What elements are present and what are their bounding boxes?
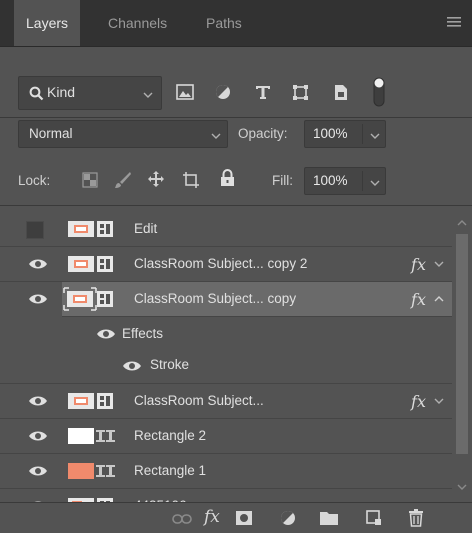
new-layer-icon[interactable] (366, 510, 382, 526)
layer-name: ClassRoom Subject... copy 2 (134, 256, 308, 271)
lock-position-icon[interactable] (147, 170, 165, 188)
tab-channels[interactable]: Channels (96, 0, 179, 46)
layer-row[interactable]: Rectangle 2 (0, 419, 452, 454)
layer-name: ClassRoom Subject... (134, 393, 264, 408)
smart-object-filter-icon[interactable] (333, 84, 349, 101)
layer-thumbnail (68, 463, 94, 479)
layers-panel: Layers Channels Paths Kind Normal Opacit… (0, 0, 472, 533)
new-adjustment-layer-icon[interactable] (280, 510, 296, 526)
layer-thumbnail (68, 256, 94, 272)
pixel-layer-filter-icon[interactable] (176, 84, 194, 100)
layer-thumbnail (68, 428, 94, 444)
layer-row[interactable]: Rectangle 1 (0, 454, 452, 489)
fill-input[interactable]: 100% (304, 167, 386, 195)
opacity-input[interactable]: 100% (304, 120, 386, 148)
effect-row-stroke[interactable]: Stroke (0, 347, 452, 384)
fill-label: Fill: (272, 173, 293, 188)
chevron-down-icon (211, 133, 221, 139)
layers-list: Edit ClassRoom Subject... copy 2 fx Clas… (0, 212, 452, 502)
eye-icon[interactable] (28, 465, 48, 477)
effects-label: Effects (122, 326, 164, 341)
chevron-up-icon[interactable] (434, 294, 444, 304)
link-layers-icon[interactable] (172, 513, 192, 525)
opacity-label: Opacity: (238, 126, 288, 141)
delete-layer-icon[interactable] (408, 509, 424, 527)
separator (0, 117, 472, 118)
layer-row-selected[interactable]: ClassRoom Subject... copy fx (62, 282, 452, 317)
fx-icon: fx (411, 255, 426, 274)
blend-mode-select[interactable]: Normal (18, 120, 228, 148)
layer-name: Edit (134, 221, 158, 236)
chevron-down-icon[interactable] (434, 259, 444, 269)
smart-object-icon (97, 221, 113, 237)
filter-kind-label: Kind (47, 84, 76, 100)
layer-row[interactable]: Edit (0, 212, 452, 247)
effects-row[interactable]: Effects (0, 317, 452, 351)
vector-mask-link-icon (96, 430, 115, 442)
layers-bottom-toolbar: fx (0, 502, 472, 533)
layer-thumbnail (68, 221, 94, 237)
smart-object-icon (97, 291, 113, 307)
layer-name: 4435106 (134, 489, 187, 502)
add-layer-style-icon[interactable]: fx (204, 507, 220, 527)
chevron-down-icon (143, 92, 153, 98)
eye-icon[interactable] (96, 328, 116, 340)
tab-paths[interactable]: Paths (194, 0, 254, 46)
layer-thumbnail (68, 393, 94, 409)
tab-paths-label: Paths (206, 15, 242, 31)
filter-kind-select[interactable]: Kind (18, 76, 162, 110)
scroll-thumb[interactable] (456, 234, 468, 454)
vector-mask-link-icon (96, 465, 115, 477)
separator (0, 205, 472, 206)
chevron-down-icon[interactable] (434, 396, 444, 406)
fx-icon: fx (411, 392, 426, 411)
eye-icon[interactable] (28, 395, 48, 407)
lock-image-pixels-icon[interactable] (114, 171, 132, 189)
layer-row[interactable]: 4435106 (0, 489, 452, 502)
layer-name: Rectangle 2 (134, 428, 207, 443)
layer-thumbnail (63, 287, 97, 311)
layers-scrollbar[interactable] (452, 212, 472, 502)
scroll-down-icon[interactable] (457, 482, 467, 492)
tab-channels-label: Channels (108, 15, 168, 31)
lock-label: Lock: (18, 173, 51, 188)
filter-toggle-switch[interactable] (373, 75, 385, 109)
eye-icon[interactable] (28, 430, 48, 442)
new-group-icon[interactable] (320, 511, 338, 525)
effect-name: Stroke (150, 357, 190, 372)
layer-name: ClassRoom Subject... copy (134, 291, 297, 306)
fx-icon: fx (411, 290, 426, 309)
fill-value: 100% (313, 173, 348, 188)
tab-layers[interactable]: Layers (14, 0, 81, 46)
eye-icon[interactable] (28, 293, 48, 305)
smart-object-icon (97, 256, 113, 272)
visibility-toggle-off[interactable] (26, 221, 44, 239)
lock-transparent-pixels-icon[interactable] (82, 172, 98, 188)
eye-icon[interactable] (122, 360, 142, 372)
layer-row[interactable]: ClassRoom Subject... copy 2 fx (0, 247, 452, 282)
blend-mode-label: Normal (29, 126, 73, 141)
layer-name: Rectangle 1 (134, 463, 207, 478)
lock-all-icon[interactable] (220, 169, 235, 187)
chevron-down-icon (370, 133, 380, 139)
smart-object-icon (97, 393, 113, 409)
opacity-value: 100% (313, 126, 348, 141)
shape-layer-filter-icon[interactable] (292, 84, 309, 101)
tab-bar: Layers Channels Paths (0, 0, 472, 47)
type-layer-filter-icon[interactable] (255, 84, 271, 100)
panel-menu-icon[interactable] (446, 14, 462, 30)
layer-row[interactable]: ClassRoom Subject... fx (0, 384, 452, 419)
tab-layers-label: Layers (26, 15, 69, 31)
eye-icon[interactable] (28, 258, 48, 270)
add-mask-icon[interactable] (236, 511, 252, 525)
adjustment-layer-filter-icon[interactable] (215, 84, 231, 100)
scroll-up-icon[interactable] (457, 218, 467, 228)
chevron-down-icon (370, 180, 380, 186)
lock-artboard-icon[interactable] (182, 171, 200, 189)
search-icon (29, 86, 44, 101)
